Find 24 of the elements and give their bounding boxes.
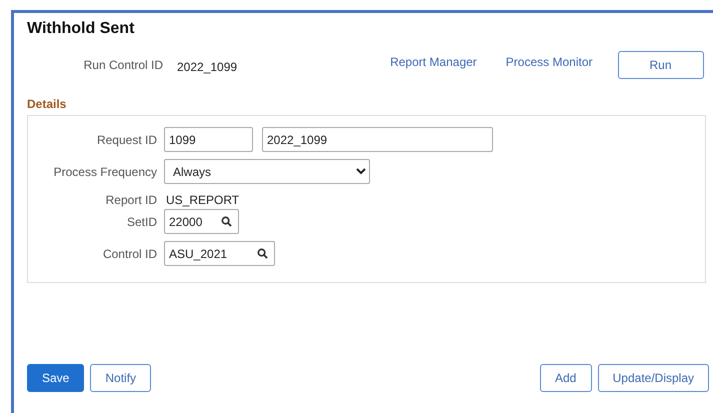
- field-label: Report ID: [104, 192, 158, 210]
- page-title: Withhold Sent: [27, 19, 136, 38]
- search-icon[interactable]: [221, 216, 232, 228]
- search-icon[interactable]: [257, 248, 268, 260]
- field-label: Request ID: [96, 132, 158, 149]
- field-label: Process Frequency: [52, 164, 158, 181]
- lookup-field[interactable]: 22000: [164, 209, 239, 234]
- text-field[interactable]: 1099: [164, 127, 253, 152]
- dropdown[interactable]: Always: [164, 159, 370, 184]
- link[interactable]: Report Manager: [390, 53, 477, 72]
- action-button[interactable]: Add: [540, 364, 592, 392]
- field-value: US_REPORT: [166, 192, 240, 210]
- field-value: 2022_1099: [177, 58, 238, 76]
- field-label: SetID: [126, 214, 158, 231]
- link[interactable]: Process Monitor: [506, 53, 592, 72]
- lookup-field[interactable]: ASU_2021: [164, 241, 275, 266]
- text-field[interactable]: 2022_1099: [262, 127, 493, 152]
- run-button[interactable]: Run: [618, 51, 704, 80]
- field-label: Run Control ID: [82, 57, 164, 74]
- field-label: Control ID: [102, 246, 158, 263]
- save-button[interactable]: Save: [27, 364, 84, 392]
- action-button[interactable]: Update/Display: [598, 364, 709, 392]
- section-title: Details: [27, 96, 68, 114]
- action-button[interactable]: Notify: [90, 364, 152, 392]
